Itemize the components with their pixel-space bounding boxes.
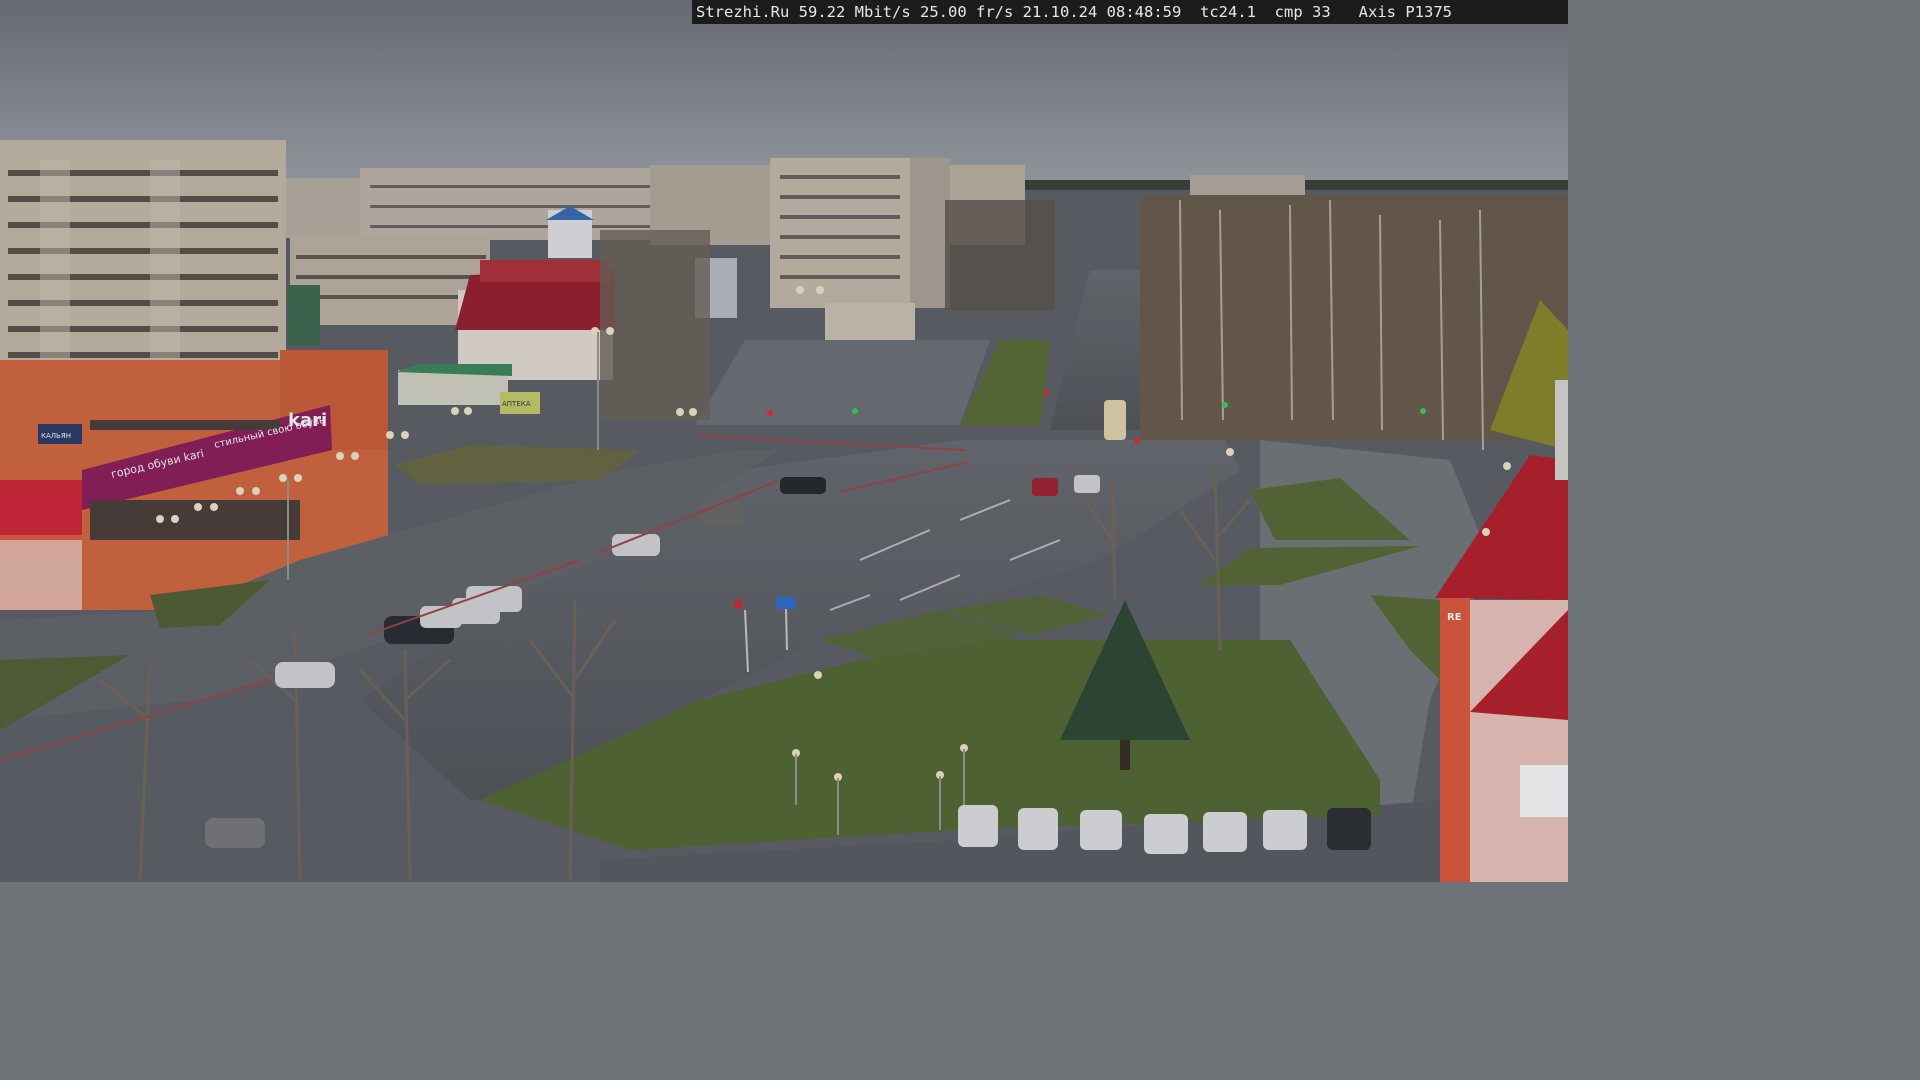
osd-framerate: 25.00 fr/s [920,3,1014,21]
osd-time: 08:48:59 [1106,3,1182,21]
osd-date: 21.10.24 [1022,3,1098,21]
street-scene: kari город обуви kari стильный свою обув… [0,0,1568,882]
osd-site: Strezhi.Ru [696,3,790,21]
osd-bitrate: 59.22 Mbit/s [798,3,911,21]
osd-cmp: cmp 33 [1274,3,1331,21]
osd-tc: tc24.1 [1200,3,1256,21]
webcam-frame: kari город обуви kari стильный свою обув… [0,0,1568,882]
osd-camera: Axis P1375 [1358,3,1452,21]
camera-osd-overlay: Strezhi.Ru 59.22 Mbit/s 25.00 fr/s 21.10… [692,0,1568,24]
